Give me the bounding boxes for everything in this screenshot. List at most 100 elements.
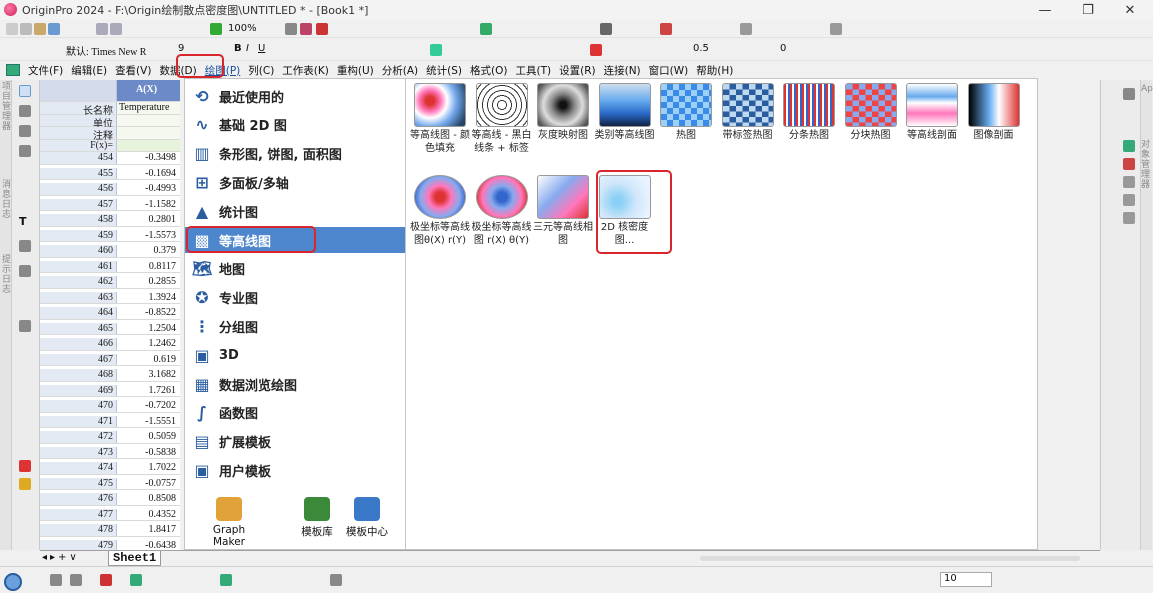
menu-connect[interactable]: 连接(N) (600, 63, 645, 78)
menu-file[interactable]: 文件(F) (24, 63, 67, 78)
app-icon-1[interactable] (1123, 140, 1135, 152)
plot-category-12[interactable]: ▤ 扩展模板 (191, 429, 401, 455)
row-number[interactable]: 455 (40, 167, 117, 179)
export-icon[interactable] (110, 23, 122, 35)
app-icon-4[interactable] (1123, 194, 1135, 206)
menu-analysis[interactable]: 分析(A) (378, 63, 422, 78)
cell-value[interactable]: 1.2462 (117, 338, 180, 350)
plot-category-0[interactable]: ⟲ 最近使用的 (191, 83, 401, 109)
gallery-tile[interactable]: 类别等高线图 (595, 83, 655, 142)
app-icon-2[interactable] (1123, 158, 1135, 170)
row-number[interactable]: 479 (40, 539, 117, 550)
row-number[interactable]: 454 (40, 152, 117, 164)
font-size-select[interactable]: 9 (178, 43, 184, 54)
cell-value[interactable]: -0.1694 (117, 168, 180, 180)
menu-reshape[interactable]: 重构(U) (333, 63, 378, 78)
menu-view[interactable]: 查看(V) (111, 63, 155, 78)
menu-edit[interactable]: 编辑(E) (67, 63, 111, 78)
cell-value[interactable]: 1.8417 (117, 524, 180, 536)
corner-cell[interactable] (40, 80, 117, 101)
menu-window[interactable]: 窗口(W) (645, 63, 693, 78)
row-number[interactable]: 475 (40, 477, 117, 489)
object-manager-tab[interactable]: 对象管理器 (1141, 140, 1151, 190)
graph-maker-button[interactable]: Graph Maker (197, 497, 261, 548)
symbol-size-input[interactable]: 0 (780, 43, 786, 54)
meta-row-value[interactable]: Temperature (117, 102, 180, 114)
row-number[interactable]: 460 (40, 245, 117, 257)
sheet-tab-sheet1[interactable]: Sheet1 (108, 551, 162, 566)
cell-value[interactable]: 0.2801 (117, 214, 180, 226)
refresh-icon[interactable] (210, 23, 222, 35)
gallery-tile[interactable]: 分块热图 (841, 83, 901, 142)
plot-3d-icon[interactable] (220, 574, 232, 586)
close-button[interactable]: ✕ (1110, 0, 1150, 20)
minimize-button[interactable]: — (1025, 0, 1065, 20)
row-number[interactable]: 469 (40, 384, 117, 396)
menu-column[interactable]: 列(C) (244, 63, 278, 78)
line-tool-icon[interactable] (19, 265, 31, 277)
messages-log-tab[interactable]: 消息日志 (2, 180, 11, 220)
cell-value[interactable]: -0.3498 (117, 152, 180, 164)
cell-value[interactable]: -0.7202 (117, 400, 180, 412)
pan-tool-icon[interactable] (19, 125, 31, 137)
cell-value[interactable]: 0.2855 (117, 276, 180, 288)
menu-format[interactable]: 格式(O) (466, 63, 511, 78)
menu-help[interactable]: 帮助(H) (692, 63, 737, 78)
column-stats-icon[interactable] (480, 23, 492, 35)
row-number[interactable]: 467 (40, 353, 117, 365)
row-number[interactable]: 462 (40, 276, 117, 288)
zoom-level[interactable]: 100% (228, 23, 257, 34)
row-number[interactable]: 472 (40, 431, 117, 443)
meta-row-value[interactable] (117, 114, 180, 126)
plot-category-7[interactable]: ✪ 专业图 (191, 285, 401, 311)
cell-value[interactable]: -1.5573 (117, 230, 180, 242)
plot-category-2[interactable]: ▥ 条形图, 饼图, 面积图 (191, 141, 401, 167)
zoom-tool-icon[interactable] (19, 105, 31, 117)
meta-row-value[interactable] (117, 127, 180, 139)
row-number[interactable]: 464 (40, 307, 117, 319)
gallery-tile[interactable]: 带标签热图 (718, 83, 778, 142)
cell-value[interactable]: 0.8508 (117, 493, 180, 505)
next-icon[interactable] (830, 23, 842, 35)
plot-scatter-icon[interactable] (70, 574, 82, 586)
app-gallery-icon[interactable] (1123, 88, 1135, 100)
plot-category-13[interactable]: ▣ 用户模板 (191, 457, 401, 483)
app-icon-5[interactable] (1123, 212, 1135, 224)
underline-button[interactable]: U (258, 43, 265, 54)
plot-template-icon[interactable] (330, 574, 342, 586)
plot-category-11[interactable]: ∫ 函数图 (191, 400, 401, 426)
pointer-tool-icon[interactable] (19, 85, 31, 97)
gallery-tile[interactable]: 等高线 - 黑白线条 + 标签 (472, 83, 532, 155)
cell-value[interactable]: 0.5059 (117, 431, 180, 443)
cell-value[interactable]: -1.5551 (117, 416, 180, 428)
cell-value[interactable]: 1.7022 (117, 462, 180, 474)
plot-category-10[interactable]: ▦ 数据浏览绘图 (191, 371, 401, 397)
cell-value[interactable]: 1.7261 (117, 385, 180, 397)
meta-row-value[interactable] (117, 139, 180, 151)
cell-value[interactable]: 0.4352 (117, 509, 180, 521)
bottom-value-input[interactable]: 10 (940, 572, 992, 587)
bold-button[interactable]: B (234, 43, 242, 54)
open-icon[interactable] (34, 23, 46, 35)
row-number[interactable]: 477 (40, 508, 117, 520)
restore-button[interactable]: ❐ (1068, 0, 1108, 20)
cell-value[interactable]: 0.379 (117, 245, 180, 257)
mask-icon[interactable] (660, 23, 672, 35)
cell-value[interactable]: -1.1582 (117, 199, 180, 211)
row-number[interactable]: 468 (40, 369, 117, 381)
annotation-tool-icon[interactable] (19, 478, 31, 490)
plot-line-icon[interactable] (50, 574, 62, 586)
plot-area-icon[interactable] (130, 574, 142, 586)
cell-value[interactable]: -0.0757 (117, 478, 180, 490)
layout-icon[interactable] (316, 23, 328, 35)
plot-column-icon[interactable] (100, 574, 112, 586)
plot-category-8[interactable]: ⋮ 分组图 (191, 313, 401, 339)
line-color-icon[interactable] (590, 44, 602, 56)
cell-value[interactable]: -0.6438 (117, 540, 180, 551)
row-number[interactable]: 465 (40, 322, 117, 334)
text-tool-icon[interactable]: T (19, 215, 31, 228)
save-icon[interactable] (48, 23, 60, 35)
plot-category-4[interactable]: ▲ 统计图 (191, 198, 401, 224)
gallery-tile[interactable]: 等高线图 - 颜色填充 (410, 83, 470, 155)
cell-value[interactable]: 1.2504 (117, 323, 180, 335)
